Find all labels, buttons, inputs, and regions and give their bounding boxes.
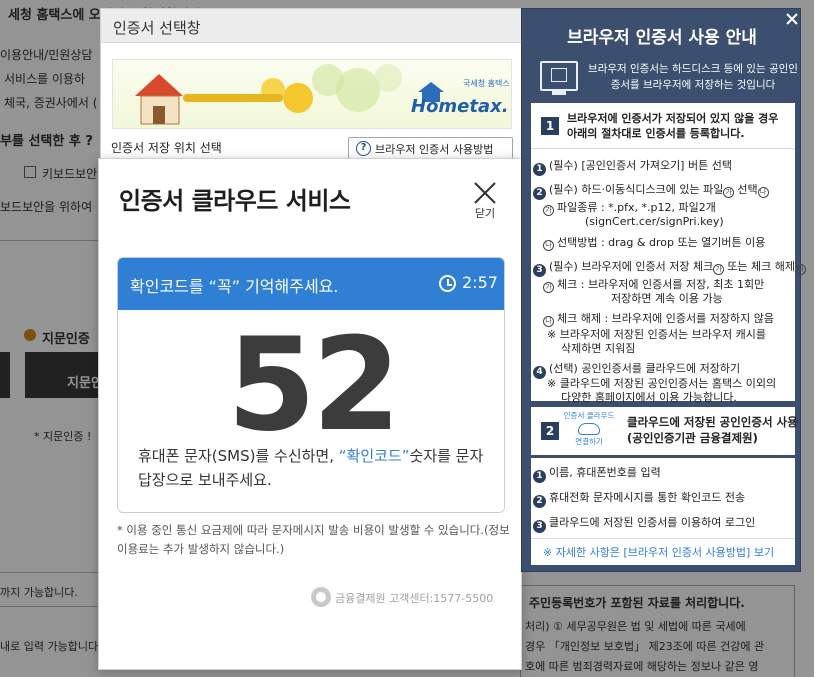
guide-step-3: 3 (필수) 브라우저에 인증서 저장 체크 가 또는 체크 해제 나 [533,259,809,277]
sub-a-icon: 가 [543,282,554,293]
section-2-heading: 클라우드에 저장된 공인인증서 사용 [627,415,798,429]
guide-step-4a-cont: 다양한 홈페이지에서 이용 가능합니다. [561,391,737,404]
guide-section-2-steps: 1 이름, 휴대폰번호를 입력 2 휴대전화 문자메시지를 통한 확인코드 전송 3… [531,458,795,565]
section-number: 2 [541,422,559,440]
question-icon: ? [356,141,371,156]
banner-illustration [135,64,444,125]
browser-cert-guide-button[interactable]: ? 브라우저 인증서 사용방법 [348,137,513,159]
guide-detail-link[interactable]: ※ 자세한 사항은 [브라우저 인증서 사용방법] 보기 [543,544,774,560]
step-number-icon: 2 [533,495,546,508]
monitor-icon [540,61,578,95]
close-icon[interactable] [471,179,499,207]
cloud-step-3: 3 클라우드에 저장된 인증서를 이용하여 로그인 [533,515,755,533]
banner-brand-sub: 국세청 홈택스 [463,79,510,88]
guide-section-2: 2 인증서 클라우드 연결하기 클라우드에 저장된 공인인증서 사용 (공인인증… [531,407,798,455]
sub-a-icon: 가 [723,187,735,198]
code-instructions: 휴대폰 문자(SMS)를 수신하면, “확인코드”숫자를 문자 답장으로 보내주… [138,444,488,492]
step-number-icon: 1 [533,470,546,483]
sms-cost-footnote: * 이용 중인 통신 요금제에 따라 문자메시지 발송 비용이 발생할 수 있습… [117,523,510,556]
step-number-icon: 2 [533,187,546,200]
code-instructions-highlight: “확인코드” [338,447,410,465]
customer-center-text: 금융결제원 고객센터:1577-5500 [335,592,494,605]
cloud-connect-badge[interactable]: 인증서 클라우드 연결하기 [559,411,619,447]
guide-step-4a: ※ 클라우드에 저장된 공인인증서는 홈택스 이외의 [547,377,777,390]
section-divider [531,148,795,149]
verification-code: 52 [226,311,401,460]
sub-b-icon: 나 [543,316,554,327]
sub-b-icon: 나 [757,187,769,198]
code-instructions-part1: 휴대폰 문자(SMS)를 수신하면, [138,447,339,465]
cert-window-title: 인증서 선택창 [101,9,521,43]
browser-cert-guide-panel: 브라우저 인증서 사용 안내 브라우저 인증서는 하드디스크 등에 있는 공인인… [521,8,806,572]
step-number-icon: 3 [533,264,546,277]
section-1-heading: 브라우저에 인증서가 저장되어 있지 않을 경우 [567,112,779,125]
guide-step-3b: 나 체크 해제 : 브라우저에 인증서를 저장하지 않음 [543,311,774,327]
cert-location-label: 인증서 저장 위치 선택 [111,141,222,155]
cloud-step-2: 2 휴대전화 문자메시지를 통한 확인코드 전송 [533,490,745,508]
section-2-subheading: (공인인증기관 금융결제원) [627,431,758,445]
cloud-step-1: 1 이름, 휴대폰번호를 입력 [533,465,661,483]
section-divider [531,538,795,539]
verification-code-card: 확인코드를 “꼭” 기억해주세요. 2:57 52 휴대폰 문자(SMS)를 수… [117,257,505,513]
guide-step-2b: 나 선택방법 : drag & drop 또는 열기버튼 이용 [543,235,765,251]
step-number-icon: 1 [533,163,546,176]
guide-section-1: 1 브라우저에 인증서가 저장되어 있지 않을 경우 아래의 절차대로 인증서를… [531,103,806,404]
guide-subtitle: 브라우저 인증서는 하드디스크 등에 있는 공인인증서를 브라우저에 저장하는 … [588,63,798,91]
countdown-timer: 2:57 [462,273,498,292]
guide-step-3c: ※ 브라우저에 저장된 인증서는 브라우저 캐시를 [547,328,766,341]
step-number-icon: 3 [533,520,546,533]
sub-a-icon: 가 [543,205,554,216]
guide-step-3a-cont: 저장하면 계속 이용 가능 [611,292,723,305]
step-number-icon: 4 [533,366,546,379]
guide-title: 브라우저 인증서 사용 안내 [567,28,757,48]
clock-icon [439,275,456,292]
code-card-header: 확인코드를 “꼭” 기억해주세요. 2:57 [118,258,504,310]
section-number: 1 [541,117,559,135]
guide-step-2a-cont: (signCert.cer/signPri.key) [585,215,724,228]
sub-a-icon: 가 [713,264,725,275]
code-header-text: 확인코드를 “꼭” 기억해주세요. [130,277,339,296]
cloud-modal-title: 인증서 클라우드 서비스 [119,187,351,215]
close-button-label[interactable]: 닫기 [471,205,499,221]
guide-step-3c-cont: 삭제하면 지워짐 [561,342,636,355]
sub-b-icon: 나 [543,240,554,251]
hometax-banner: 국세청 홈택스 Hometax. [112,59,512,129]
cloud-icon [578,423,600,435]
guide-step-1: 1 (필수) [공인인증서 가져오기] 버튼 선택 [533,158,732,176]
banner-brand: Hometax. [411,96,509,117]
guide-button-label: 브라우저 인증서 사용방법 [375,143,494,156]
kftc-logo-icon [311,587,331,607]
guide-step-2: 2 (필수) 하드·이동식디스크에 있는 파일 가 선택 나 [533,182,772,200]
sub-b-icon: 나 [794,264,806,275]
cert-select-window: 인증서 선택창 국세청 홈택스 Hometax. 인증서 저장 위치 선택 ? … [100,8,522,168]
cert-cloud-modal: 인증서 클라우드 서비스 닫기 확인코드를 “꼭” 기억해주세요. 2:57 5… [98,158,522,670]
section-1-heading: 아래의 절차대로 인증서를 등록합니다. [567,127,745,140]
